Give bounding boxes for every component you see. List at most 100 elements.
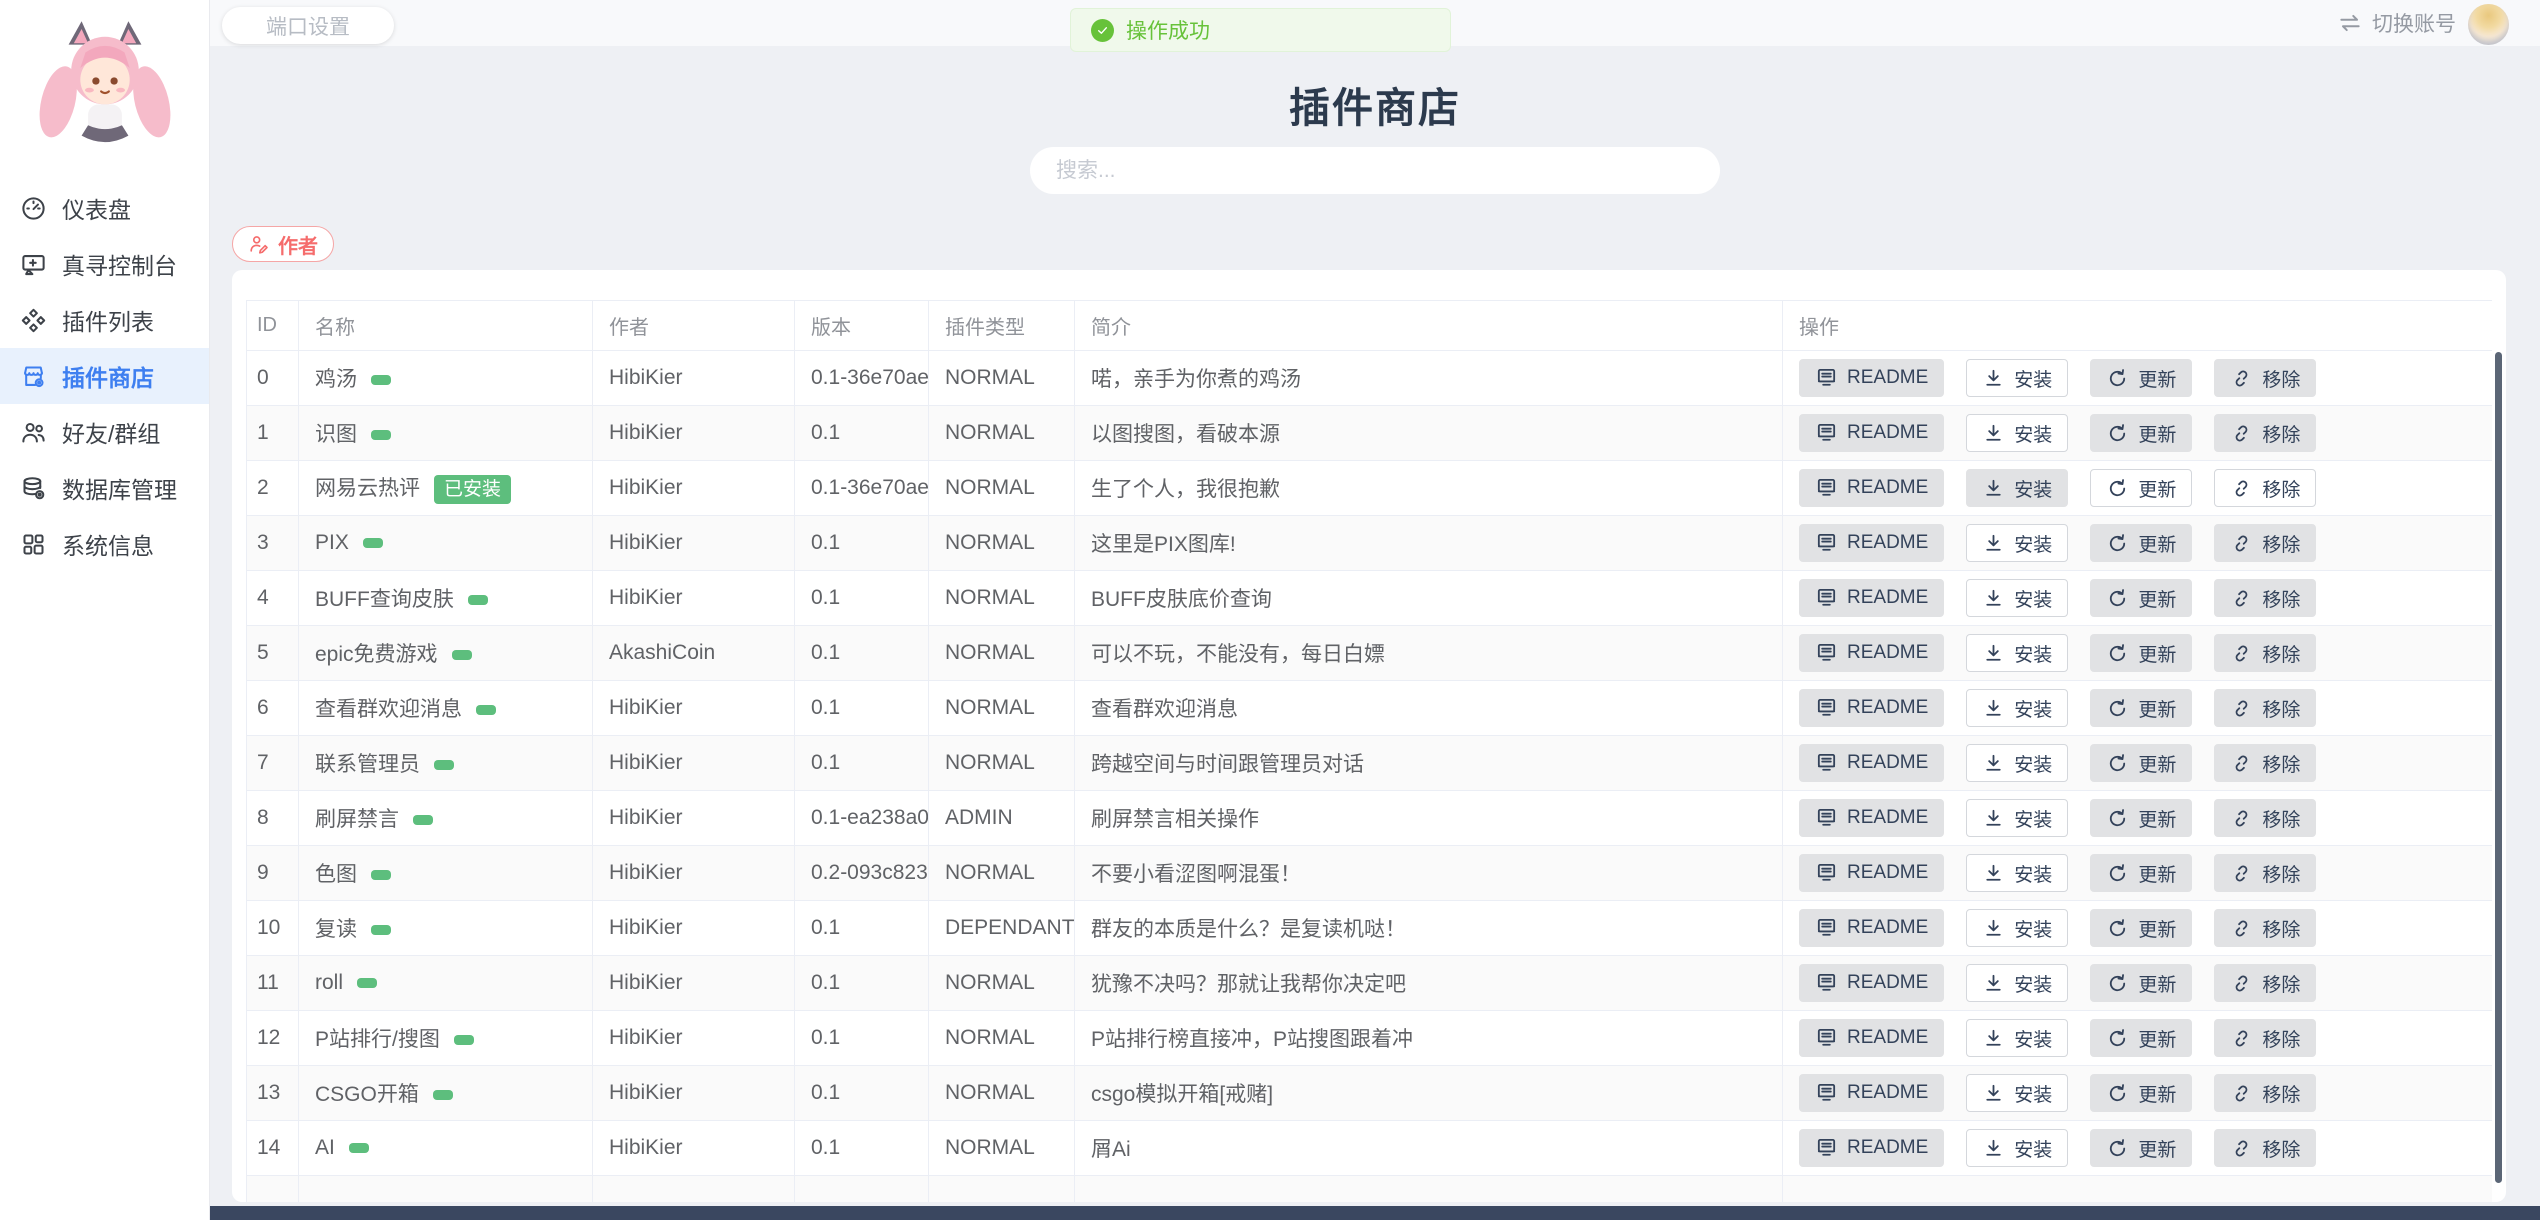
installed-badge xyxy=(433,1090,453,1100)
install-button[interactable]: 安装 xyxy=(1966,359,2068,397)
install-button[interactable]: 安装 xyxy=(1966,579,2068,617)
table-row: 4 BUFF查询皮肤 HibiKier 0.1 NORMAL BUFF皮肤底价查… xyxy=(247,571,2493,626)
readme-button[interactable]: README xyxy=(1799,1129,1944,1167)
install-button[interactable]: 安装 xyxy=(1966,469,2068,507)
update-button[interactable]: 更新 xyxy=(2090,799,2192,837)
remove-button[interactable]: 移除 xyxy=(2214,359,2316,397)
install-button[interactable]: 安装 xyxy=(1966,1129,2068,1167)
install-button[interactable]: 安装 xyxy=(1966,634,2068,672)
readme-button[interactable]: README xyxy=(1799,579,1944,617)
update-button[interactable]: 更新 xyxy=(2090,1019,2192,1057)
update-button[interactable]: 更新 xyxy=(2090,909,2192,947)
update-button[interactable]: 更新 xyxy=(2090,469,2192,507)
readme-button[interactable]: README xyxy=(1799,359,1944,397)
install-button[interactable]: 安装 xyxy=(1966,744,2068,782)
sidebar-item-gauge[interactable]: 仪表盘 xyxy=(0,180,209,236)
vertical-scrollbar[interactable] xyxy=(2495,352,2502,1183)
readme-button[interactable]: README xyxy=(1799,1074,1944,1112)
install-button[interactable]: 安装 xyxy=(1966,524,2068,562)
readme-button[interactable]: README xyxy=(1799,634,1944,672)
cell-id: 10 xyxy=(247,901,299,956)
update-button[interactable]: 更新 xyxy=(2090,1074,2192,1112)
sidebar-item-database[interactable]: 数据库管理 xyxy=(0,460,209,516)
sidebar-item-plugins[interactable]: 插件列表 xyxy=(0,292,209,348)
remove-button[interactable]: 移除 xyxy=(2214,744,2316,782)
download-icon xyxy=(1982,642,2005,665)
cell-type: DEPENDANT xyxy=(929,901,1075,956)
table-row: 10 复读 HibiKier 0.1 DEPENDANT 群友的本质是什么？是复… xyxy=(247,901,2493,956)
update-button[interactable]: 更新 xyxy=(2090,1129,2192,1167)
readme-button[interactable]: README xyxy=(1799,414,1944,452)
remove-button[interactable]: 移除 xyxy=(2214,634,2316,672)
cell-desc: 跨越空间与时间跟管理员对话 xyxy=(1075,736,1783,791)
download-icon xyxy=(1982,697,2005,720)
update-button[interactable]: 更新 xyxy=(2090,359,2192,397)
installed-badge xyxy=(357,978,377,988)
search-input[interactable] xyxy=(1030,147,1720,194)
cell-author: AkashiCoin xyxy=(593,626,795,681)
user-avatar[interactable] xyxy=(2468,4,2509,45)
cell-type: NORMAL xyxy=(929,956,1075,1011)
installed-badge xyxy=(371,925,391,935)
update-button[interactable]: 更新 xyxy=(2090,579,2192,617)
readme-button[interactable]: README xyxy=(1799,854,1944,892)
remove-button[interactable]: 移除 xyxy=(2214,414,2316,452)
cell-actions: README 安装 更新 移除 xyxy=(1783,736,2493,791)
remove-button[interactable]: 移除 xyxy=(2214,1074,2316,1112)
readme-button[interactable]: README xyxy=(1799,524,1944,562)
sidebar-item-store[interactable]: 插件商店 xyxy=(0,348,209,404)
horizontal-scrollbar[interactable] xyxy=(210,1206,2540,1220)
cell-type: NORMAL xyxy=(929,571,1075,626)
install-button[interactable]: 安装 xyxy=(1966,414,2068,452)
cell-desc: 查看群欢迎消息 xyxy=(1075,681,1783,736)
install-button[interactable]: 安装 xyxy=(1966,689,2068,727)
install-button[interactable]: 安装 xyxy=(1966,964,2068,1002)
install-button[interactable]: 安装 xyxy=(1966,1019,2068,1057)
readme-button[interactable]: README xyxy=(1799,744,1944,782)
cell-version: 0.1 xyxy=(795,516,929,571)
update-button[interactable]: 更新 xyxy=(2090,634,2192,672)
sidebar-item-friends[interactable]: 好友/群组 xyxy=(0,404,209,460)
update-button[interactable]: 更新 xyxy=(2090,689,2192,727)
update-button[interactable]: 更新 xyxy=(2090,524,2192,562)
install-button[interactable]: 安装 xyxy=(1966,799,2068,837)
update-button[interactable]: 更新 xyxy=(2090,964,2192,1002)
readme-button[interactable]: README xyxy=(1799,909,1944,947)
remove-button[interactable]: 移除 xyxy=(2214,1019,2316,1057)
port-settings-button[interactable]: 端口设置 xyxy=(222,7,394,44)
install-button[interactable]: 安装 xyxy=(1966,854,2068,892)
refresh-icon xyxy=(2106,1027,2129,1050)
install-button[interactable]: 安装 xyxy=(1966,1074,2068,1112)
remove-button[interactable]: 移除 xyxy=(2214,964,2316,1002)
install-button[interactable]: 安装 xyxy=(1966,909,2068,947)
readme-button[interactable]: README xyxy=(1799,964,1944,1002)
remove-button[interactable]: 移除 xyxy=(2214,524,2316,562)
author-filter-button[interactable]: 作者 xyxy=(232,226,334,262)
sidebar-item-console[interactable]: 真寻控制台 xyxy=(0,236,209,292)
swap-arrows-icon xyxy=(2337,10,2363,36)
readme-button[interactable]: README xyxy=(1799,469,1944,507)
remove-button[interactable]: 移除 xyxy=(2214,469,2316,507)
remove-button[interactable]: 移除 xyxy=(2214,579,2316,617)
update-button[interactable]: 更新 xyxy=(2090,414,2192,452)
column-header-2: 作者 xyxy=(593,301,795,351)
remove-button[interactable]: 移除 xyxy=(2214,854,2316,892)
link-icon xyxy=(2230,587,2253,610)
sidebar-item-system[interactable]: 系统信息 xyxy=(0,516,209,572)
readme-button[interactable]: README xyxy=(1799,689,1944,727)
column-header-0: ID xyxy=(247,301,299,351)
switch-account-button[interactable]: 切换账号 xyxy=(2337,0,2456,46)
installed-badge xyxy=(434,760,454,770)
sidebar-item-label: 系统信息 xyxy=(62,527,154,561)
remove-button[interactable]: 移除 xyxy=(2214,1129,2316,1167)
link-icon xyxy=(2230,1027,2253,1050)
update-button[interactable]: 更新 xyxy=(2090,744,2192,782)
remove-button[interactable]: 移除 xyxy=(2214,909,2316,947)
remove-button[interactable]: 移除 xyxy=(2214,689,2316,727)
update-button[interactable]: 更新 xyxy=(2090,854,2192,892)
readme-button[interactable]: README xyxy=(1799,1019,1944,1057)
remove-button[interactable]: 移除 xyxy=(2214,799,2316,837)
readme-button[interactable]: README xyxy=(1799,799,1944,837)
cell-name: 查看群欢迎消息 xyxy=(299,681,593,736)
download-icon xyxy=(1982,752,2005,775)
